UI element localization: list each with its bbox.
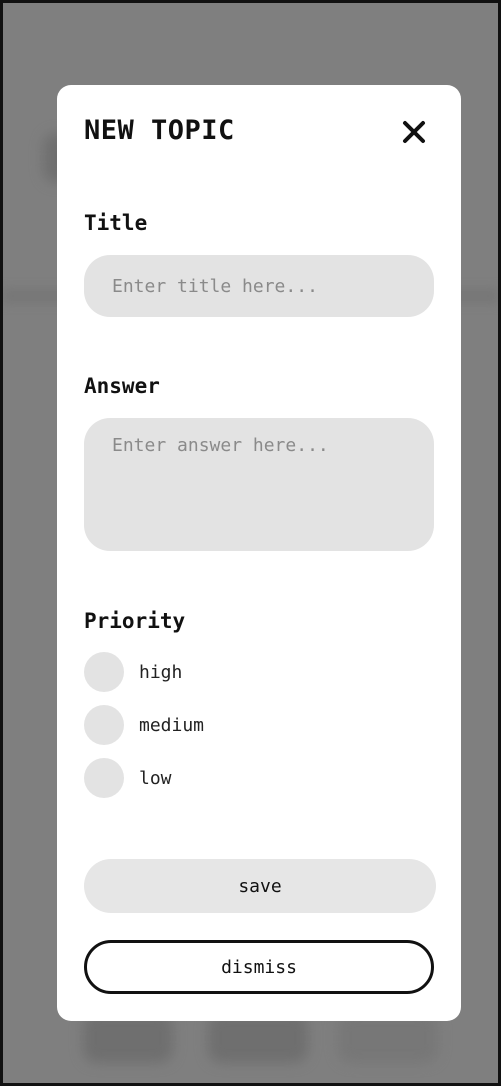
- close-icon: [403, 121, 425, 143]
- dismiss-button[interactable]: dismiss: [84, 940, 434, 994]
- priority-option-low[interactable]: low: [84, 758, 172, 798]
- title-label: Title: [84, 211, 148, 235]
- modal-title: NEW TOPIC: [84, 115, 235, 146]
- priority-label: Priority: [84, 609, 186, 633]
- radio-button[interactable]: [84, 705, 124, 745]
- priority-option-label: low: [139, 767, 172, 789]
- priority-option-label: medium: [139, 714, 205, 736]
- priority-option-high[interactable]: high: [84, 652, 182, 692]
- priority-option-label: high: [139, 661, 183, 683]
- radio-button[interactable]: [84, 652, 124, 692]
- answer-label: Answer: [84, 374, 160, 398]
- app-frame: NEW TOPIC Title Answer Priority high med…: [0, 0, 501, 1086]
- priority-option-medium[interactable]: medium: [84, 705, 204, 745]
- save-button[interactable]: save: [84, 859, 436, 913]
- title-input[interactable]: [84, 255, 434, 317]
- radio-button[interactable]: [84, 758, 124, 798]
- new-topic-modal: NEW TOPIC Title Answer Priority high med…: [57, 85, 461, 1021]
- close-button[interactable]: [401, 119, 427, 145]
- answer-input[interactable]: [84, 418, 434, 551]
